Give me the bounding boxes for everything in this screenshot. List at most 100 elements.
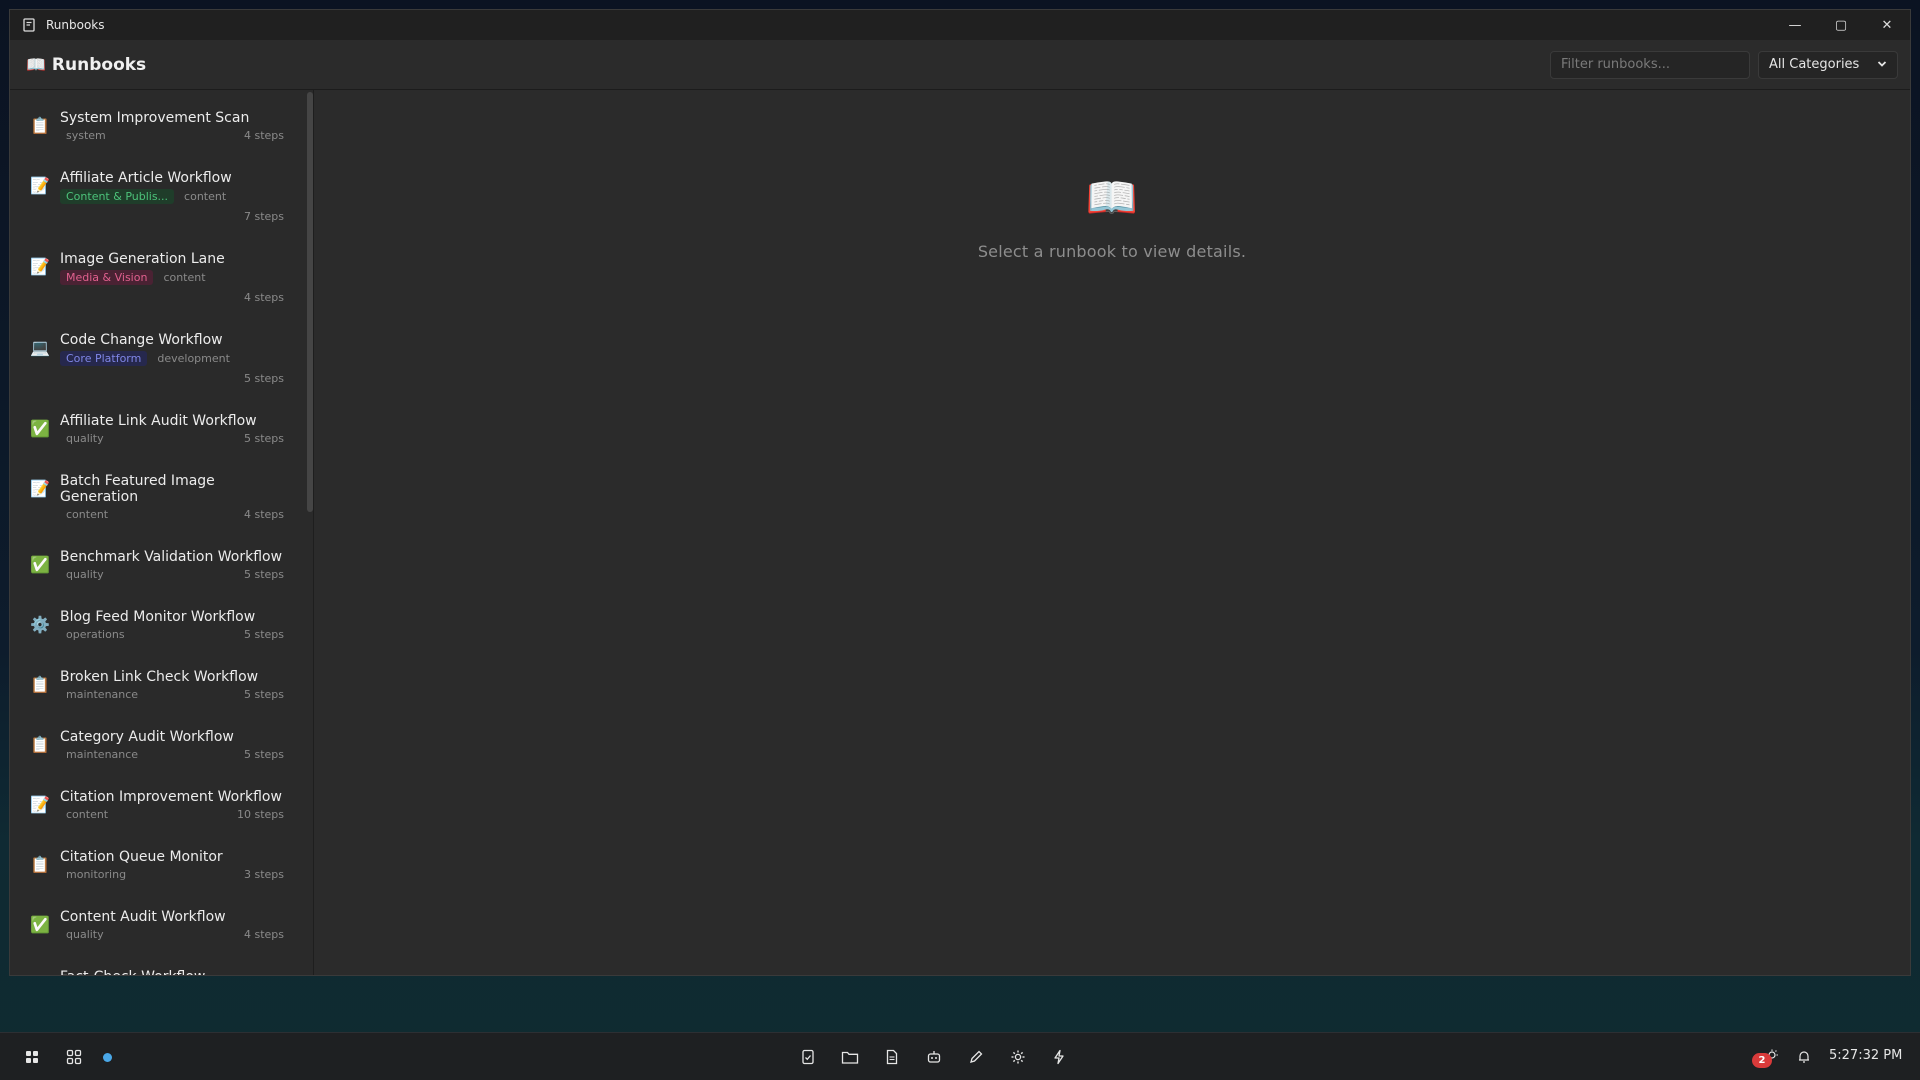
notifications-button[interactable] <box>1786 1039 1822 1075</box>
runbook-list-item[interactable]: 📋 Broken Link Check Workflow maintenance 5 … <box>22 661 300 709</box>
task-view-button[interactable] <box>56 1039 92 1075</box>
runbook-category: quality <box>66 568 104 581</box>
runbook-list-item[interactable]: 💻 Code Change Workflow Core Platform develo… <box>22 324 300 393</box>
runbook-list-item[interactable]: ✅ Benchmark Validation Workflow quality 5 s… <box>22 541 300 589</box>
clipboard-icon: 📋 <box>30 855 50 874</box>
taskbar-clock[interactable]: 5:27:32 PM <box>1829 1048 1902 1063</box>
runbook-name: Benchmark Validation Workflow <box>60 549 283 565</box>
category-select[interactable]: All Categories <box>1758 50 1898 79</box>
runbook-list-item[interactable]: 📋 System Improvement Scan system 4 steps <box>22 102 300 150</box>
lightning-icon <box>1054 1049 1064 1065</box>
runbook-steps-count: 3 steps <box>243 868 284 881</box>
runbook-list-item[interactable]: 📝 Batch Featured Image Generation content 4… <box>22 465 300 529</box>
gear-icon <box>1011 1050 1025 1064</box>
category-tag: Media & Vision <box>60 270 154 285</box>
runbook-steps-count: 5 steps <box>243 568 284 581</box>
clipboard-icon: 📋 <box>30 735 50 754</box>
window-title: Runbooks <box>46 18 105 32</box>
sidebar-scrollbar[interactable] <box>307 90 313 975</box>
runbook-category: content <box>184 190 227 203</box>
sidebar-scrollbar-thumb[interactable] <box>307 92 313 512</box>
runbook-name: Affiliate Article Workflow <box>60 170 232 186</box>
runbook-steps-count: 5 steps <box>243 748 284 761</box>
runbook-name: Code Change Workflow <box>60 332 223 348</box>
close-button[interactable]: ✕ <box>1864 10 1910 40</box>
taskbar-files-app[interactable] <box>832 1039 868 1075</box>
empty-state: 📖 Select a runbook to view details. <box>314 172 1910 261</box>
app-header: 📖 Runbooks All Categories <box>10 40 1910 90</box>
runbooks-window: Runbooks — ▢ ✕ 📖 Runbooks All Categories… <box>9 9 1911 976</box>
check-mark-icon: ✅ <box>30 969 60 975</box>
runbook-category: content <box>163 271 206 284</box>
runbook-list-item[interactable]: ✅ Affiliate Link Audit Workflow quality 5 s… <box>22 405 300 453</box>
runbook-list-item[interactable]: ⚙️ Blog Feed Monitor Workflow operations 5 … <box>22 601 300 649</box>
runbook-list-item[interactable]: 📋 Category Audit Workflow maintenance 5 ste… <box>22 721 300 769</box>
runbook-category: monitoring <box>66 868 127 881</box>
runbook-list-item[interactable]: 📝 Affiliate Article Workflow Content & Pub… <box>22 162 300 231</box>
folder-icon <box>841 1051 859 1064</box>
maximize-button[interactable]: ▢ <box>1818 10 1864 40</box>
category-select-value: All Categories <box>1769 57 1860 72</box>
runbook-name: System Improvement Scan <box>60 110 250 126</box>
memo-icon: 📝 <box>30 176 50 195</box>
runbook-steps-count: 4 steps <box>243 129 284 142</box>
minimize-button[interactable]: — <box>1772 10 1818 40</box>
runbook-list-item[interactable]: 📝 Citation Improvement Workflow content 10 … <box>22 781 300 829</box>
laptop-icon: 💻 <box>30 338 50 357</box>
check-mark-icon: ✅ <box>30 915 50 934</box>
chevron-down-icon <box>1877 57 1887 72</box>
open-book-icon: 📖 <box>26 55 46 74</box>
memo-icon: 📝 <box>30 795 50 814</box>
runbook-category: system <box>66 129 106 142</box>
runbook-category: content <box>66 508 109 521</box>
runbook-category: quality <box>66 928 104 941</box>
grid-icon <box>26 1051 38 1063</box>
runbook-list-item[interactable]: 📝 Image Generation Lane Media & Vision cont… <box>22 243 300 312</box>
runbook-steps-count: 4 steps <box>243 291 284 304</box>
title-bar: Runbooks — ▢ ✕ <box>10 10 1910 40</box>
pen-icon <box>970 1050 983 1063</box>
detail-pane: 📖 Select a runbook to view details. <box>314 90 1910 975</box>
runbook-sidebar[interactable]: 📋 System Improvement Scan system 4 steps 📝 Af… <box>10 90 314 975</box>
runbook-steps-count: 5 steps <box>243 628 284 641</box>
minimize-icon: — <box>1788 17 1802 33</box>
taskbar: 2 5:27:32 PM <box>0 1032 1920 1080</box>
runbook-name: Citation Queue Monitor <box>60 849 223 865</box>
taskbar-checklist-app[interactable] <box>790 1039 826 1075</box>
taskbar-settings-app[interactable] <box>1000 1039 1036 1075</box>
category-tag: Content & Publis... <box>60 189 175 204</box>
checklist-icon <box>802 1049 814 1065</box>
runbook-name: Image Generation Lane <box>60 251 225 267</box>
runbook-name: Batch Featured Image Generation <box>60 473 215 505</box>
runbook-category: quality <box>66 432 104 445</box>
runbook-category: maintenance <box>66 688 139 701</box>
taskbar-document-app[interactable] <box>874 1039 910 1075</box>
runbook-list-item[interactable]: 📋 Citation Queue Monitor monitoring 3 steps <box>22 841 300 889</box>
runbook-steps-count: 10 steps <box>236 808 284 821</box>
runbook-name: Broken Link Check Workflow <box>60 669 259 685</box>
taskbar-pen-app[interactable] <box>958 1039 994 1075</box>
taskbar-bot-app[interactable] <box>916 1039 952 1075</box>
runbook-steps-count: 4 steps <box>243 928 284 941</box>
runbook-category: development <box>157 352 230 365</box>
robot-icon <box>927 1051 941 1063</box>
document-icon <box>886 1049 898 1065</box>
runbook-name: Citation Improvement Workflow <box>60 789 282 805</box>
start-button[interactable] <box>14 1039 50 1075</box>
taskbar-automation-app[interactable] <box>1041 1039 1077 1075</box>
page-title: Runbooks <box>51 54 147 75</box>
bell-icon <box>1799 1051 1809 1063</box>
empty-state-message: Select a runbook to view details. <box>977 242 1247 261</box>
apps-icon <box>66 1049 82 1065</box>
runbook-name: Affiliate Link Audit Workflow <box>60 413 257 429</box>
runbook-name: Category Audit Workflow <box>60 729 234 745</box>
clipboard-icon: 📋 <box>30 675 50 694</box>
runbook-category: maintenance <box>66 748 139 761</box>
runbook-app-icon <box>22 18 36 32</box>
runbook-list-item[interactable]: ✅Fact-Check Workflowquality5 steps <box>22 961 300 975</box>
filter-runbooks-input[interactable] <box>1550 50 1750 79</box>
memo-icon: 📝 <box>30 479 50 498</box>
runbook-list: 📋 System Improvement Scan system 4 steps 📝 Af… <box>10 90 313 975</box>
clipboard-icon: 📋 <box>30 116 50 135</box>
runbook-list-item[interactable]: ✅ Content Audit Workflow quality 4 steps <box>22 901 300 949</box>
